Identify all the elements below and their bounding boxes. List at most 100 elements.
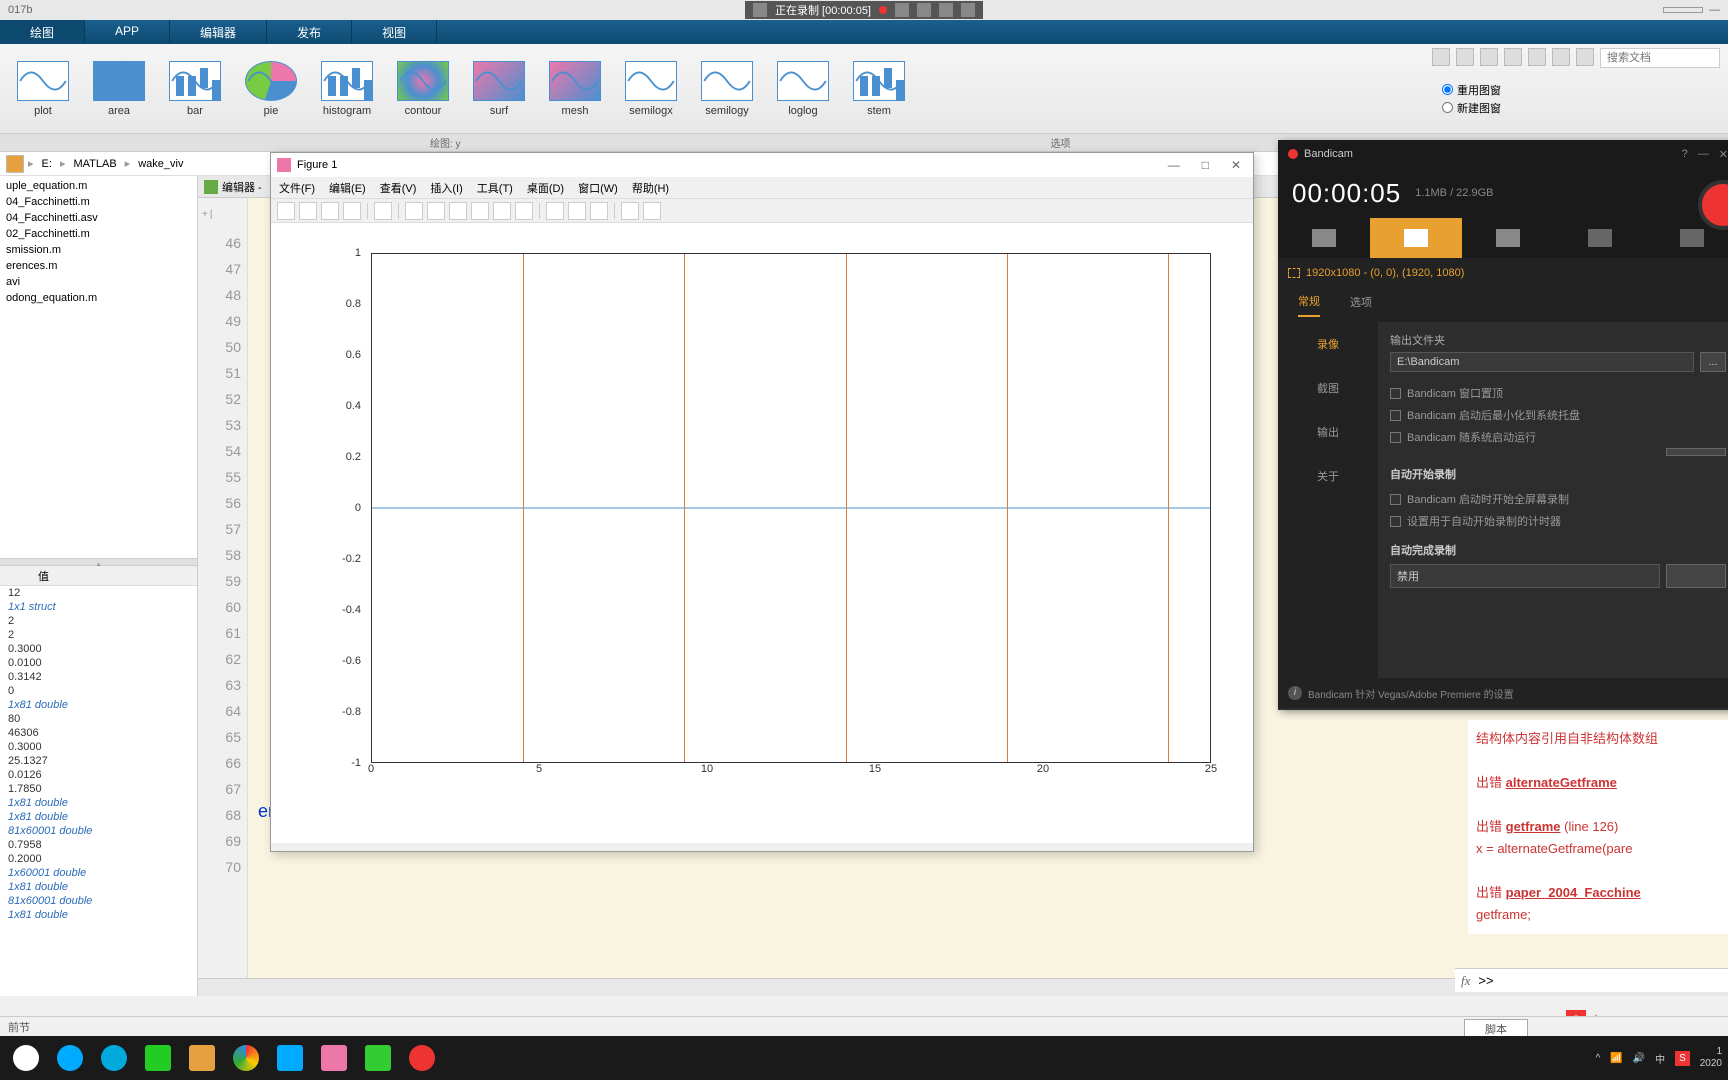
figure-window[interactable]: Figure 1 — □ ✕ 文件(F)编辑(E)查看(V)插入(I)工具(T)… (270, 152, 1254, 852)
nav-about[interactable]: 关于 (1278, 454, 1378, 498)
check-minimize-tray[interactable]: Bandicam 启动后最小化到系统托盘 (1390, 404, 1726, 426)
file-item[interactable]: smission.m (4, 242, 193, 258)
figure-menu-item[interactable]: 帮助(H) (632, 180, 669, 196)
matlab-button[interactable] (314, 1040, 354, 1076)
workspace-value[interactable]: 1x81 double (0, 698, 197, 712)
radio-new-figure[interactable]: 新建图窗 (1442, 100, 1720, 116)
workspace-value[interactable]: 0.3142 (0, 670, 197, 684)
plot-type-loglog[interactable]: loglog (768, 53, 838, 125)
minimize-button[interactable]: — (1698, 148, 1709, 161)
mode-game[interactable] (1278, 218, 1370, 258)
workspace-value[interactable]: 0.3000 (0, 642, 197, 656)
sogou-tray-icon[interactable]: S (1675, 1051, 1690, 1066)
tab-editor[interactable]: 编辑器 (170, 20, 267, 44)
workspace-value[interactable]: 12 (0, 586, 197, 600)
file-item[interactable]: avi (4, 274, 193, 290)
workspace-value[interactable]: 81x60001 double (0, 894, 197, 908)
copy-icon[interactable] (1480, 48, 1498, 66)
settings-button[interactable] (1666, 448, 1726, 456)
cortana-button[interactable] (50, 1040, 90, 1076)
auto-end-select[interactable]: 禁用 (1390, 564, 1660, 588)
nav-screenshot[interactable]: 截图 (1278, 366, 1378, 410)
plot-type-pie[interactable]: pie (236, 53, 306, 125)
paste-icon[interactable] (1504, 48, 1522, 66)
plot-type-contour[interactable]: contour (388, 53, 458, 125)
help-icon[interactable] (1576, 48, 1594, 66)
check-always-on-top[interactable]: Bandicam 窗口置顶 (1390, 382, 1726, 404)
datatip-icon[interactable] (493, 202, 511, 220)
current-folder-list[interactable]: uple_equation.m04_Facchinetti.m04_Facchi… (0, 176, 197, 558)
tab-plot[interactable]: 绘图 (0, 20, 85, 44)
plot-type-surf[interactable]: surf (464, 53, 534, 125)
layout2-icon[interactable] (643, 202, 661, 220)
pycharm-button[interactable] (138, 1040, 178, 1076)
workspace-value[interactable]: 80 (0, 712, 197, 726)
workspace-value[interactable]: 0 (0, 684, 197, 698)
panel-splitter[interactable]: ▴ (0, 558, 197, 566)
tab-view[interactable]: 视图 (352, 20, 437, 44)
figure-axes-canvas[interactable]: -1-0.8-0.6-0.4-0.200.20.40.60.8105101520… (271, 223, 1253, 843)
workspace-value[interactable]: 0.2000 (0, 852, 197, 866)
brush-icon[interactable] (515, 202, 533, 220)
file-item[interactable]: erences.m (4, 258, 193, 274)
help-button[interactable]: ? (1682, 148, 1688, 161)
rotate-icon[interactable] (471, 202, 489, 220)
workspace-value[interactable]: 1x81 double (0, 880, 197, 894)
figure-menu-item[interactable]: 编辑(E) (329, 180, 366, 196)
nav-output[interactable]: 输出 (1278, 410, 1378, 454)
link-icon[interactable] (546, 202, 564, 220)
tab-general[interactable]: 常规 (1298, 293, 1320, 317)
bandicam-footer[interactable]: i Bandicam 针对 Vegas/Adobe Premiere 的设置 (1278, 678, 1728, 708)
figure-titlebar[interactable]: Figure 1 — □ ✕ (271, 153, 1253, 177)
bandicam-titlebar[interactable]: Bandicam ? — ✕ (1278, 140, 1728, 168)
ime-zh[interactable]: 中 (1655, 1051, 1665, 1066)
minimize-button[interactable]: — (1162, 158, 1186, 172)
wifi-icon[interactable]: 📶 (1610, 1053, 1622, 1064)
workspace-value[interactable]: 2 (0, 614, 197, 628)
pause-icon[interactable] (895, 3, 909, 17)
search-docs-input[interactable] (1600, 48, 1720, 68)
plot-type-stem[interactable]: stem (844, 53, 914, 125)
pan-icon[interactable] (449, 202, 467, 220)
save-icon[interactable] (321, 202, 339, 220)
mode-device[interactable] (1462, 218, 1554, 258)
workspace-value[interactable]: 1x81 double (0, 810, 197, 824)
check-auto-timer[interactable]: 设置用于自动开始录制的计时器 (1390, 510, 1726, 532)
zhihu-button[interactable] (270, 1040, 310, 1076)
explorer-button[interactable] (182, 1040, 222, 1076)
error-link[interactable]: alternateGetframe (1506, 775, 1617, 790)
legend-icon[interactable] (590, 202, 608, 220)
file-item[interactable]: uple_equation.m (4, 178, 193, 194)
print-icon[interactable] (343, 202, 361, 220)
volume-icon[interactable]: 🔊 (1633, 1053, 1645, 1064)
camera-icon[interactable] (939, 3, 953, 17)
plot-type-semilogy[interactable]: semilogy (692, 53, 762, 125)
plot-type-area[interactable]: area (84, 53, 154, 125)
figure-menu-item[interactable]: 查看(V) (380, 180, 417, 196)
check-run-startup[interactable]: Bandicam 随系统启动运行 (1390, 426, 1726, 448)
plot-type-plot[interactable]: plot (8, 53, 78, 125)
chrome-button[interactable] (226, 1040, 266, 1076)
stop-icon[interactable] (917, 3, 931, 17)
wechat-button[interactable] (358, 1040, 398, 1076)
close-button[interactable]: ✕ (1225, 158, 1247, 172)
mode-folder[interactable] (1554, 218, 1646, 258)
figure-menu-item[interactable]: 文件(F) (279, 180, 315, 196)
figure-menu-item[interactable]: 工具(T) (477, 180, 513, 196)
workspace-value[interactable]: 25.1327 (0, 754, 197, 768)
workspace-value[interactable]: 1x60001 double (0, 866, 197, 880)
radio-reuse-figure[interactable]: 重用图窗 (1442, 82, 1720, 98)
mode-screen[interactable] (1370, 218, 1462, 258)
workspace-value[interactable]: 0.7958 (0, 838, 197, 852)
workspace-value[interactable]: 1.7850 (0, 782, 197, 796)
command-window[interactable]: 结构体内容引用自非结构体数组 出错 alternateGetframe 出错 g… (1468, 720, 1728, 934)
plot-type-semilogx[interactable]: semilogx (616, 53, 686, 125)
clock-time[interactable]: 1 (1700, 1046, 1722, 1058)
output-path-input[interactable]: E:\Bandicam (1390, 352, 1694, 372)
file-item[interactable]: 02_Facchinetti.m (4, 226, 193, 242)
start-button[interactable] (6, 1040, 46, 1076)
editor-tab-label[interactable]: 编辑器 - (222, 179, 262, 195)
workspace-value[interactable]: 1x81 double (0, 908, 197, 922)
workspace-value[interactable]: 0.0126 (0, 768, 197, 782)
path-drive[interactable]: E: (38, 156, 56, 172)
